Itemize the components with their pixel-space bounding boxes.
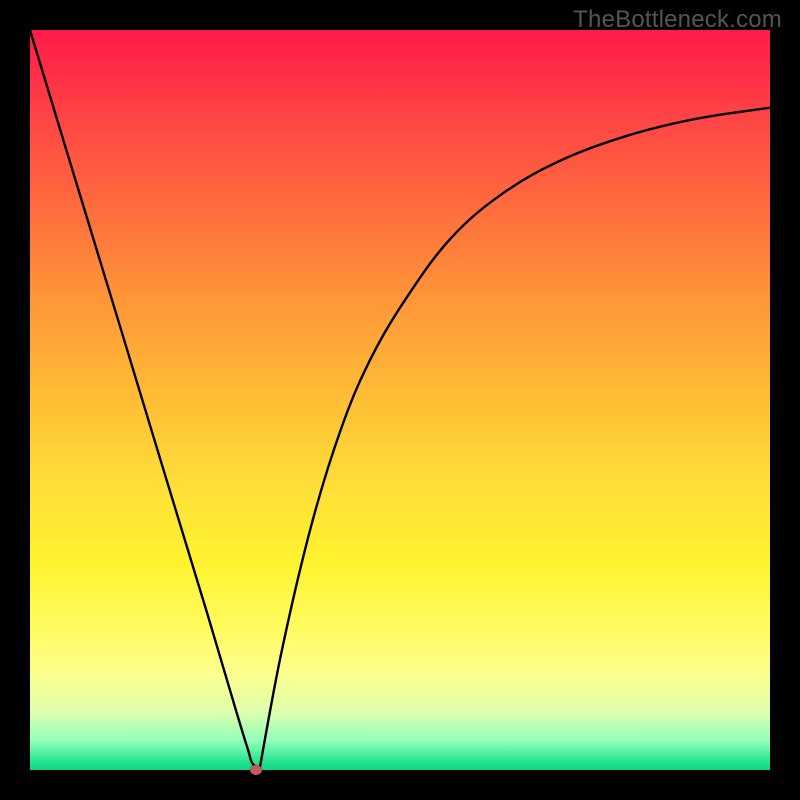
minimum-marker — [250, 765, 262, 775]
chart-frame: TheBottleneck.com — [0, 0, 800, 800]
curve-path — [30, 30, 770, 770]
bottleneck-curve — [30, 30, 770, 770]
plot-area — [30, 30, 770, 770]
